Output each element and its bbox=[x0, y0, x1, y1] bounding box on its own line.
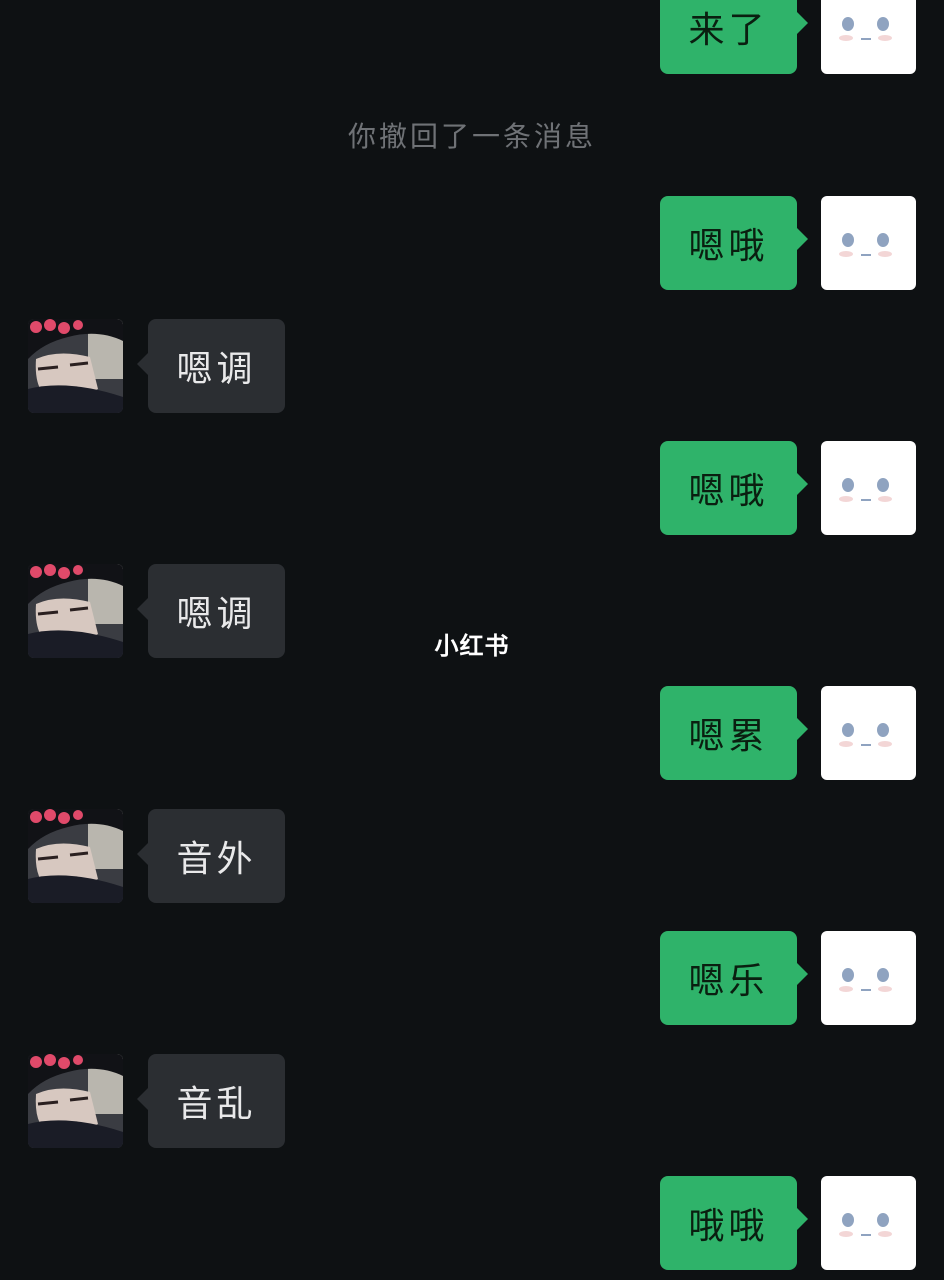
message-bubble-self[interactable]: 嗯哦 bbox=[660, 441, 797, 535]
message-row: 嗯乐 bbox=[0, 931, 944, 1027]
self-avatar[interactable] bbox=[821, 931, 916, 1025]
message-bubble-other[interactable]: 音乱 bbox=[148, 1054, 285, 1148]
cute-face-icon bbox=[839, 17, 892, 41]
bubble-tail bbox=[796, 1207, 808, 1231]
contact-avatar[interactable] bbox=[28, 1054, 123, 1148]
self-avatar[interactable] bbox=[821, 0, 916, 74]
chat-thread[interactable]: 来了 你撤回了一条消息 嗯哦 嗯调 嗯哦 嗯调 小红书 嗯累 音外 嗯乐 音乱 … bbox=[0, 0, 944, 1280]
bubble-tail bbox=[796, 472, 808, 496]
bubble-tail bbox=[796, 227, 808, 251]
xiaohongshu-watermark: 小红书 bbox=[434, 632, 510, 660]
self-avatar[interactable] bbox=[821, 441, 916, 535]
bubble-tail bbox=[796, 717, 808, 741]
message-row: 嗯调 bbox=[0, 319, 944, 415]
message-bubble-self[interactable]: 嗯乐 bbox=[660, 931, 797, 1025]
contact-photo bbox=[28, 809, 123, 903]
cute-face-icon bbox=[839, 723, 892, 747]
recalled-message-notice: 你撤回了一条消息 bbox=[347, 120, 596, 153]
message-bubble-other[interactable]: 嗯调 bbox=[148, 319, 285, 413]
message-bubble-other[interactable]: 音外 bbox=[148, 809, 285, 903]
message-row: 哦哦 bbox=[0, 1176, 944, 1272]
cute-face-icon bbox=[839, 1213, 892, 1237]
contact-avatar[interactable] bbox=[28, 809, 123, 903]
message-bubble-self[interactable]: 来了 bbox=[660, 0, 797, 74]
bubble-tail bbox=[796, 11, 808, 35]
message-row: 音外 bbox=[0, 809, 944, 905]
self-avatar[interactable] bbox=[821, 1176, 916, 1270]
message-bubble-self[interactable]: 嗯累 bbox=[660, 686, 797, 780]
message-row: 嗯累 bbox=[0, 686, 944, 782]
message-row: 嗯哦 bbox=[0, 441, 944, 537]
message-row: 来了 bbox=[0, 0, 944, 76]
contact-avatar[interactable] bbox=[28, 319, 123, 413]
message-bubble-self[interactable]: 嗯哦 bbox=[660, 196, 797, 290]
message-row: 嗯哦 bbox=[0, 196, 944, 292]
cute-face-icon bbox=[839, 233, 892, 257]
contact-photo bbox=[28, 319, 123, 413]
contact-photo bbox=[28, 1054, 123, 1148]
message-row: 音乱 bbox=[0, 1054, 944, 1150]
cute-face-icon bbox=[839, 478, 892, 502]
bubble-tail bbox=[796, 962, 808, 986]
self-avatar[interactable] bbox=[821, 686, 916, 780]
message-bubble-self[interactable]: 哦哦 bbox=[660, 1176, 797, 1270]
self-avatar[interactable] bbox=[821, 196, 916, 290]
cute-face-icon bbox=[839, 968, 892, 992]
